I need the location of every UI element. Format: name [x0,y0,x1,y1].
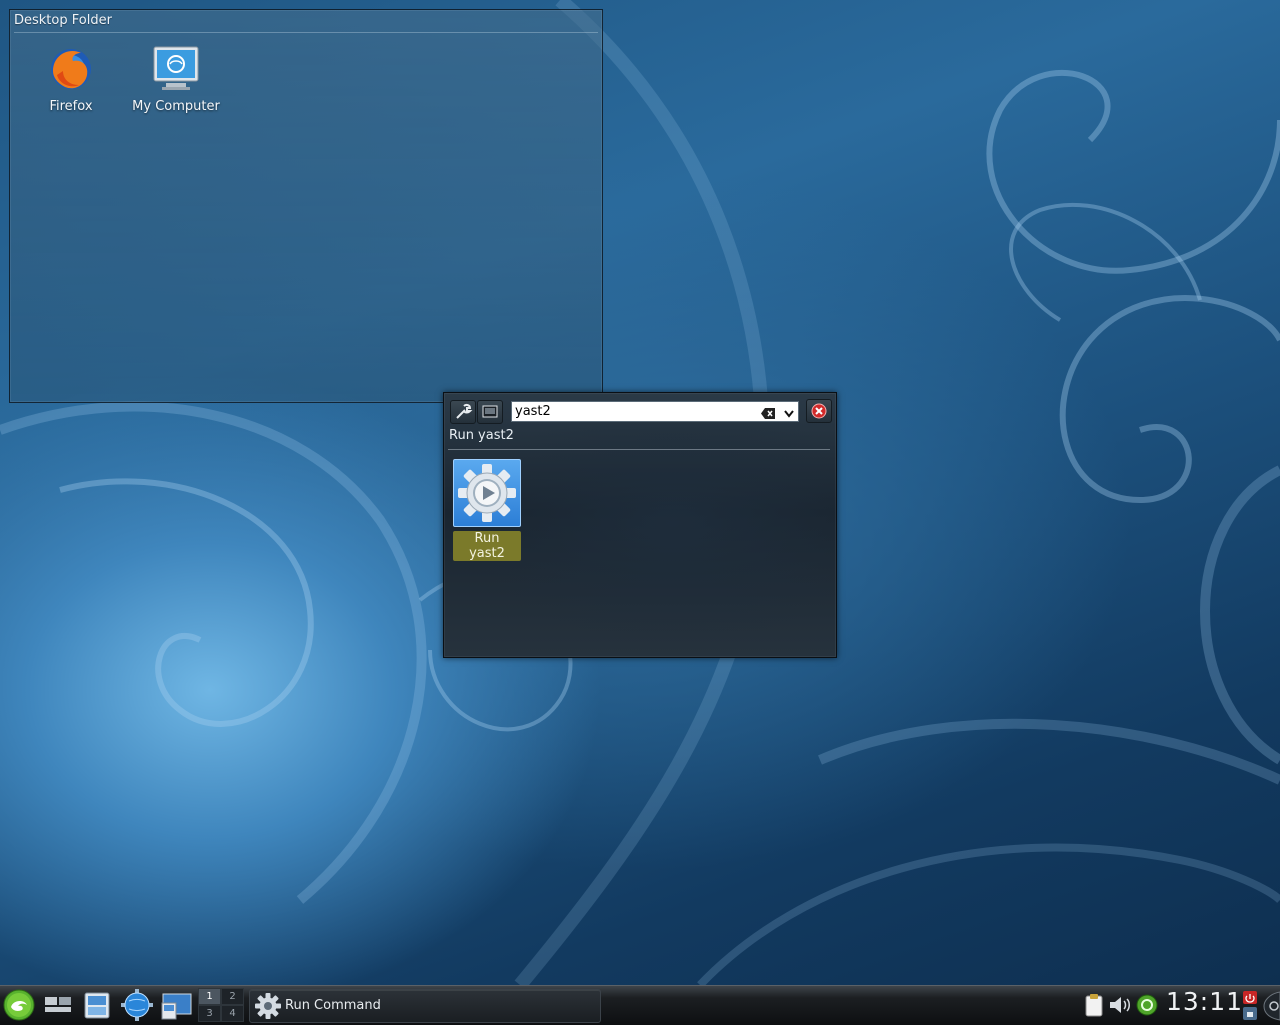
run-command-dialog: Run yast2 [443,392,837,658]
file-manager-launcher[interactable] [82,990,112,1024]
history-dropdown-button[interactable] [782,405,796,418]
pager-desktop-1[interactable]: 1 [198,988,221,1005]
clock[interactable]: 13:11 [1166,987,1243,1016]
configure-button[interactable] [450,400,476,424]
lock-logout-widget[interactable] [1242,990,1258,1026]
command-search-box[interactable] [511,401,799,422]
file-manager-icon [84,992,110,1019]
monitor-icon [482,405,498,418]
clipboard-icon[interactable] [1083,992,1105,1018]
opensuse-menu-icon [3,989,35,1021]
desktop-icon-label: Firefox [49,99,93,114]
close-button[interactable] [806,399,832,423]
result-item-label: Run yast2 [453,531,521,561]
result-item-run-yast2[interactable]: Run yast2 [453,459,521,561]
desktop-folder-title-divider [14,32,598,33]
panel-toolbox-button[interactable] [1262,990,1280,1026]
clear-icon [761,408,775,419]
pager-desktop-2[interactable]: 2 [221,988,244,1005]
application-launcher-button[interactable] [2,988,36,1026]
wrench-icon [456,403,473,419]
desktop[interactable]: Desktop Folder Firefox My Computer yast2… [0,0,1280,985]
system-monitor-icon [161,993,192,1020]
pager-desktop-3[interactable]: 3 [198,1005,221,1022]
task-label: Run Command [285,998,381,1013]
clear-text-button[interactable] [760,405,776,419]
computer-icon [152,45,200,93]
desktop-folder-widget[interactable]: Desktop Folder Firefox My Computer [9,9,603,403]
gear-run-icon [453,459,521,527]
task-run-command[interactable]: Run Command [249,989,601,1023]
desktop-icon-my-computer[interactable]: My Computer [126,45,226,114]
update-icon[interactable] [1135,993,1159,1017]
web-browser-icon [121,989,153,1021]
desktop-icon-label: My Computer [132,99,220,114]
chevron-down-icon [784,410,794,418]
web-browser-launcher[interactable] [120,989,154,1025]
taskbar: 1 2 3 4 Run Command 13:11 [0,985,1280,1025]
result-heading: Run yast2 [449,428,514,443]
close-icon [811,403,827,419]
volume-icon[interactable] [1107,992,1133,1018]
desktop-folder-title: Desktop Folder [14,13,112,28]
result-separator [448,449,830,450]
show-desktop-button[interactable] [42,992,74,1022]
desktop-icon-firefox[interactable]: Firefox [21,45,121,114]
show-system-activity-button[interactable] [477,400,503,424]
system-tray [1081,990,1163,1020]
gear-icon [255,993,281,1019]
power-icon [1243,991,1257,1020]
firefox-icon [47,45,95,93]
command-input[interactable] [514,402,756,421]
show-desktop-icon [45,997,71,1012]
cashew-icon [1263,991,1280,1021]
pager-desktop-4[interactable]: 4 [221,1005,244,1022]
virtual-desktop-pager[interactable]: 1 2 3 4 [198,988,244,1022]
system-monitor-launcher[interactable] [160,991,194,1025]
